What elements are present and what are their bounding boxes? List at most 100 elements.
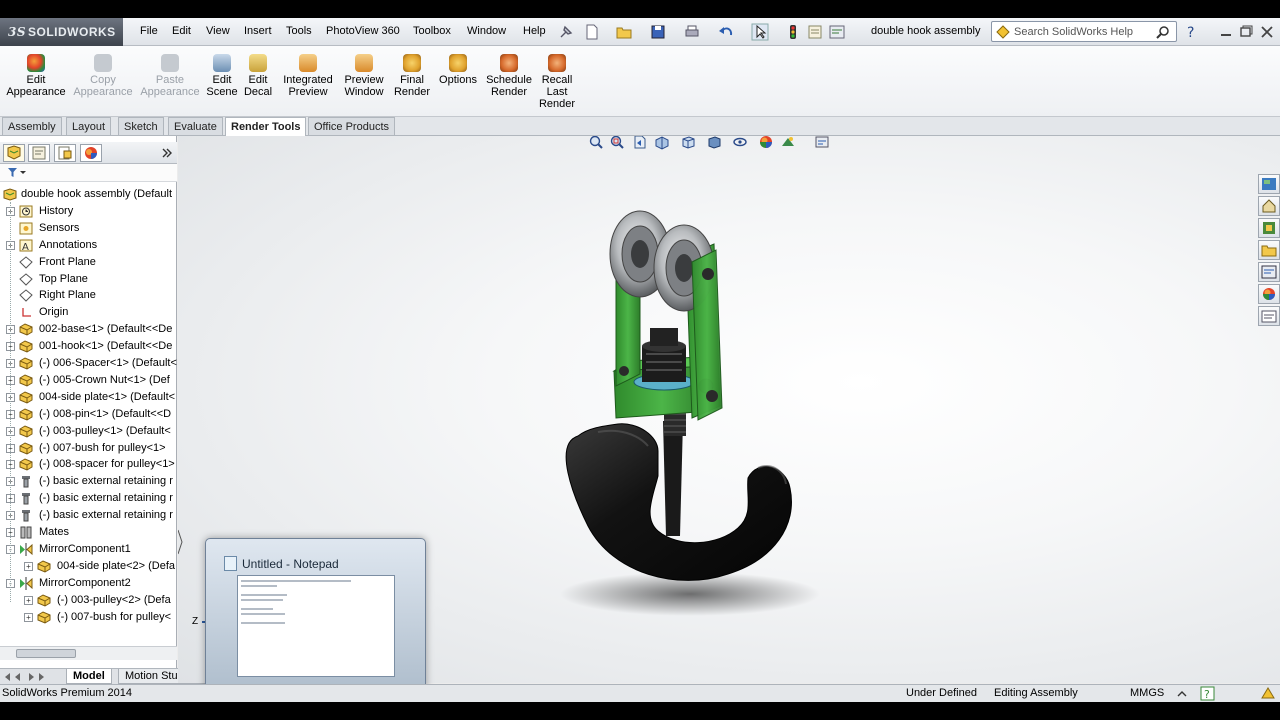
expand-toggle-icon[interactable]: + (24, 561, 33, 571)
tree-item[interactable]: + (-) 003-pulley<1> (Default< (6, 423, 177, 440)
edit-appearance-hud-icon[interactable] (758, 136, 774, 150)
tab-render-tools[interactable]: Render Tools (225, 117, 307, 136)
tree-item[interactable]: + Mates (6, 524, 177, 541)
tree-item[interactable]: Origin (6, 304, 177, 321)
tab-assembly[interactable]: Assembly (2, 117, 62, 135)
tree-item[interactable]: + (-) 008-spacer for pulley<1> (6, 456, 177, 473)
view-settings-icon[interactable] (814, 136, 830, 150)
menu-file[interactable]: File (140, 25, 158, 37)
minimize-icon[interactable] (1217, 23, 1235, 41)
task-pane-custom-properties-tab[interactable] (1258, 306, 1280, 326)
restore-icon[interactable] (1237, 23, 1255, 41)
options-icon[interactable] (828, 23, 846, 41)
previous-view-icon[interactable] (632, 136, 648, 150)
tree-item[interactable]: + (-) 008-pin<1> (Default<<D (6, 406, 177, 423)
tab-evaluate[interactable]: Evaluate (168, 117, 223, 135)
paste-appearance-button[interactable]: Paste Appearance (140, 54, 200, 98)
view-orientation-icon[interactable] (680, 136, 696, 150)
search-icon[interactable] (1156, 25, 1170, 39)
tree-item[interactable]: + (-) 005-Crown Nut<1> (Def (6, 372, 177, 389)
menu-photoview[interactable]: PhotoView 360 (326, 25, 400, 37)
zoom-to-area-icon[interactable] (609, 136, 625, 150)
tree-item[interactable]: + (-) 006-Spacer<1> (Default< (6, 355, 177, 372)
chevron-right-icon[interactable] (161, 147, 173, 159)
apply-scene-icon[interactable] (780, 136, 796, 150)
tree-item[interactable]: +001-hook<1> (Default<<De (6, 338, 177, 355)
preview-window-button[interactable]: Preview Window (340, 54, 388, 98)
task-pane-design-library-tab[interactable] (1258, 196, 1280, 216)
menu-view[interactable]: View (206, 25, 230, 37)
task-pane-view-tab[interactable] (1258, 262, 1280, 282)
menu-help[interactable]: Help (523, 25, 546, 37)
file-properties-icon[interactable] (806, 23, 824, 41)
rebuild-icon[interactable] (784, 23, 802, 41)
tree-item[interactable]: +004-side plate<1> (Default< (6, 389, 177, 406)
edit-decal-button[interactable]: Edit Decal (242, 54, 274, 98)
tab-scroll-arrows-icon[interactable] (2, 671, 62, 683)
schedule-render-button[interactable]: Schedule Render (484, 54, 534, 98)
menu-insert[interactable]: Insert (244, 25, 272, 37)
open-folder-icon[interactable] (615, 23, 633, 41)
menu-edit[interactable]: Edit (172, 25, 191, 37)
tree-item[interactable]: + (-) basic external retaining r (6, 473, 177, 490)
edit-appearance-button[interactable]: Edit Appearance (6, 54, 66, 98)
expand-toggle-icon[interactable]: + (24, 595, 33, 605)
tree-item[interactable]: + (-) 007-bush for pulley<1> (6, 440, 177, 457)
tab-office-products[interactable]: Office Products (308, 117, 395, 135)
help-search-input[interactable]: Search SolidWorks Help (991, 21, 1177, 42)
task-pane-file-explorer-tab[interactable] (1258, 218, 1280, 238)
tree-item[interactable]: +004-side plate<2> (Defa (24, 558, 177, 575)
tree-item[interactable]: Right Plane (6, 287, 177, 304)
new-document-icon[interactable] (583, 23, 601, 41)
tree-item[interactable]: Front Plane (6, 254, 177, 271)
tree-item[interactable]: +002-base<1> (Default<<De (6, 321, 177, 338)
menu-tools[interactable]: Tools (286, 25, 312, 37)
tree-item[interactable]: + (-) 007-bush for pulley< (24, 609, 177, 626)
rebuild-status-icon[interactable] (1260, 686, 1276, 701)
select-arrow-icon[interactable] (751, 23, 769, 41)
close-icon[interactable] (1258, 23, 1276, 41)
feature-tree-tab[interactable] (3, 144, 25, 162)
print-icon[interactable] (683, 23, 701, 41)
scrollbar-thumb[interactable] (16, 649, 76, 658)
tree-item[interactable]: Top Plane (6, 271, 177, 288)
task-pane-resources-tab[interactable] (1258, 174, 1280, 194)
tab-sketch[interactable]: Sketch (118, 117, 164, 135)
feature-filter[interactable] (0, 164, 177, 182)
tree-item[interactable]: - MirrorComponent1 (6, 541, 177, 558)
copy-appearance-button[interactable]: Copy Appearance (73, 54, 133, 98)
task-pane-appearances-tab[interactable] (1258, 284, 1280, 304)
tree-item[interactable]: - MirrorComponent2 (6, 575, 177, 592)
recall-last-render-button[interactable]: Recall Last Render (537, 54, 577, 110)
hide-show-items-icon[interactable] (732, 136, 748, 150)
task-pane-view-palette-tab[interactable] (1258, 240, 1280, 260)
tab-model[interactable]: Model (66, 669, 112, 684)
tree-item[interactable]: double hook assembly (Default (0, 186, 177, 203)
pin-icon[interactable] (557, 23, 575, 41)
tree-item[interactable]: + (-) 003-pulley<2> (Defa (24, 592, 177, 609)
save-icon[interactable] (649, 23, 667, 41)
menu-window[interactable]: Window (467, 25, 506, 37)
expand-toggle-icon[interactable]: + (24, 612, 33, 622)
zoom-to-fit-icon[interactable] (588, 136, 604, 150)
edit-scene-button[interactable]: Edit Scene (205, 54, 239, 98)
tree-item[interactable]: + (-) basic external retaining r (6, 490, 177, 507)
help-question-icon[interactable]: ? (1183, 23, 1201, 41)
integrated-preview-button[interactable]: Integrated Preview (280, 54, 336, 98)
tree-item[interactable]: + (-) basic external retaining r (6, 507, 177, 524)
filter-icon[interactable] (7, 167, 27, 179)
tab-layout[interactable]: Layout (66, 117, 112, 135)
options-button[interactable]: Options (436, 54, 480, 86)
double-hook-assembly-model[interactable] (558, 196, 828, 636)
section-view-icon[interactable] (654, 136, 670, 150)
display-manager-tab[interactable] (80, 144, 102, 162)
notepad-taskbar-thumbnail[interactable]: Untitled - Notepad (205, 538, 426, 694)
chevron-up-icon[interactable] (1176, 688, 1188, 700)
property-manager-tab[interactable] (28, 144, 50, 162)
feature-tree-horizontal-scrollbar[interactable] (0, 646, 177, 660)
menu-toolbox[interactable]: Toolbox (413, 25, 451, 37)
solidworks-logo[interactable]: 3S SOLIDWORKS (0, 18, 123, 46)
tree-item[interactable]: + A Annotations (6, 237, 177, 254)
final-render-button[interactable]: Final Render (392, 54, 432, 98)
tree-item[interactable]: Sensors (6, 220, 177, 237)
